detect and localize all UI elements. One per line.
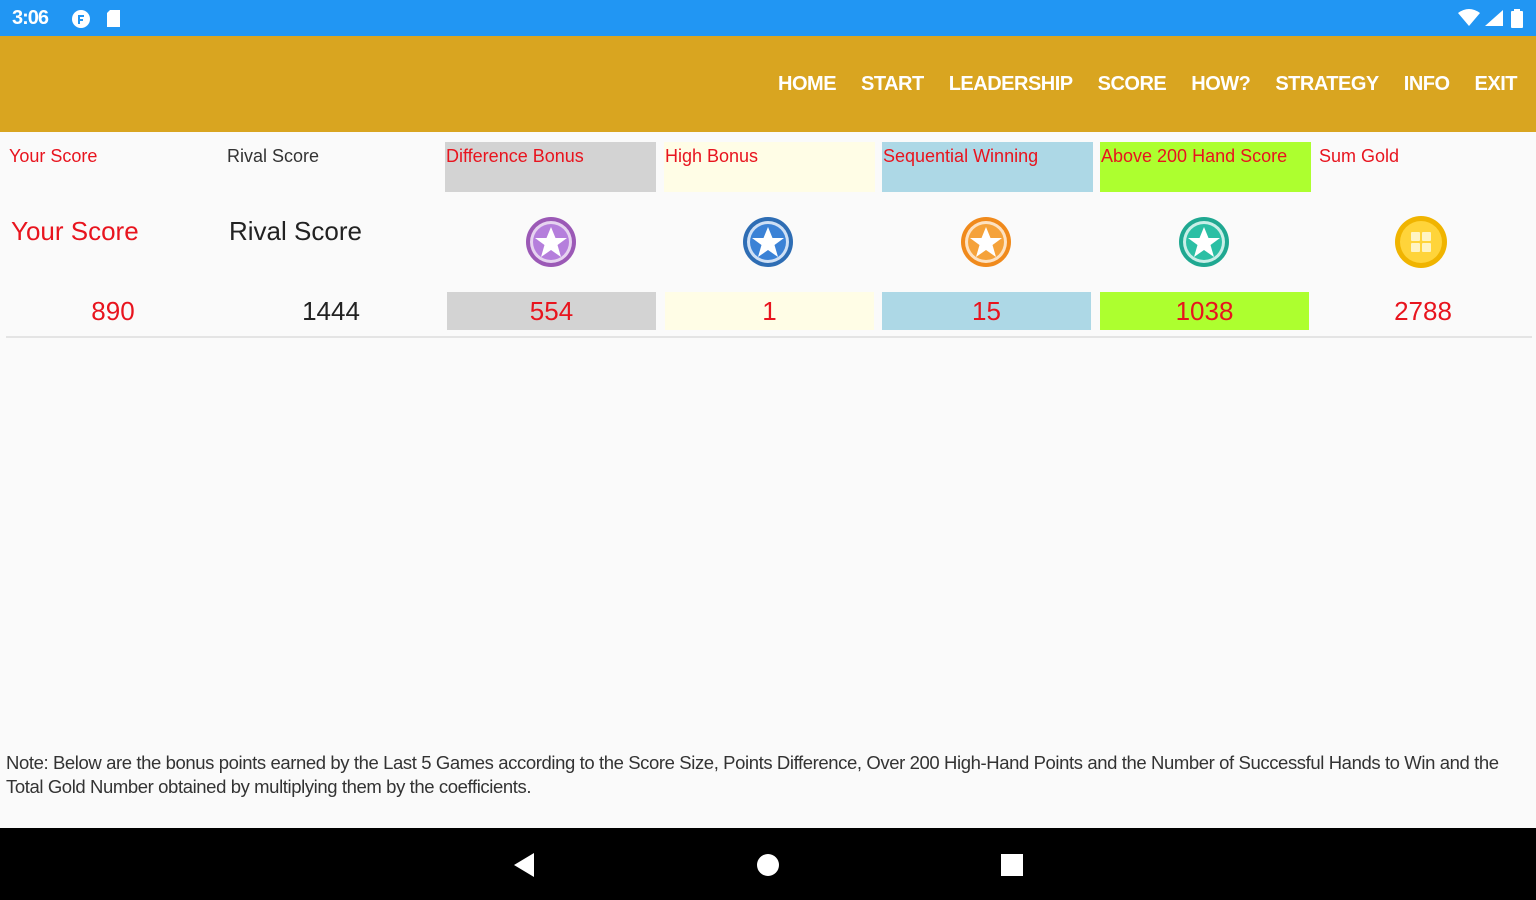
- home-icon[interactable]: [756, 853, 780, 877]
- header-sum-gold: Sum Gold: [1319, 146, 1400, 166]
- header-high-bonus: High Bonus: [664, 142, 875, 192]
- nav-score[interactable]: SCORE: [1098, 73, 1167, 96]
- value-rival-score: 1444: [302, 296, 360, 326]
- nav-home[interactable]: HOME: [778, 73, 837, 96]
- value-sequential-winning: 15: [882, 292, 1091, 330]
- table-divider: [6, 336, 1532, 338]
- top-nav: HOME START LEADERSHIP SCORE HOW? STRATEG…: [778, 36, 1536, 132]
- recents-icon[interactable]: [1000, 853, 1024, 877]
- value-above-200: 1038: [1100, 292, 1309, 330]
- orange-star-badge-icon: [961, 217, 1011, 267]
- header-your-score: Your Score: [9, 146, 98, 166]
- label-rival-score: Rival Score: [229, 216, 362, 246]
- nav-leadership[interactable]: LEADERSHIP: [949, 73, 1073, 96]
- blue-star-badge-icon: [743, 217, 793, 267]
- header-difference-bonus: Difference Bonus: [445, 142, 656, 192]
- notification-icon: [72, 10, 90, 28]
- back-icon[interactable]: [512, 852, 536, 878]
- bonus-note: Note: Below are the bonus points earned …: [6, 752, 1499, 797]
- battery-icon: [1511, 9, 1523, 28]
- teal-star-badge-icon: [1179, 217, 1229, 267]
- gold-coin-icon: [1395, 216, 1447, 268]
- system-nav-bar: [0, 828, 1536, 900]
- wifi-icon: [1458, 9, 1480, 26]
- status-bar: 3:06: [0, 0, 1536, 36]
- score-content: Your Score Rival Score Difference Bonus …: [0, 132, 1536, 828]
- header-rival-score: Rival Score: [227, 146, 320, 166]
- header-sequential-winning: Sequential Winning: [882, 142, 1093, 192]
- label-your-score: Your Score: [11, 216, 139, 246]
- value-sum-gold: 2788: [1394, 296, 1452, 326]
- value-your-score: 890: [91, 296, 135, 326]
- header-above-200: Above 200 Hand Score: [1100, 142, 1311, 192]
- signal-icon: [1485, 10, 1503, 26]
- nav-how[interactable]: HOW?: [1191, 73, 1251, 96]
- status-time: 3:06: [12, 7, 49, 29]
- value-high-bonus: 1: [665, 292, 874, 330]
- nav-strategy[interactable]: STRATEGY: [1275, 73, 1379, 96]
- nav-start[interactable]: START: [861, 73, 924, 96]
- app-bar: HOME START LEADERSHIP SCORE HOW? STRATEG…: [0, 36, 1536, 132]
- nav-info[interactable]: INFO: [1404, 73, 1450, 96]
- sd-card-icon: [107, 10, 120, 27]
- nav-exit[interactable]: EXIT: [1475, 73, 1518, 96]
- purple-star-badge-icon: [526, 217, 576, 267]
- value-difference-bonus: 554: [447, 292, 656, 330]
